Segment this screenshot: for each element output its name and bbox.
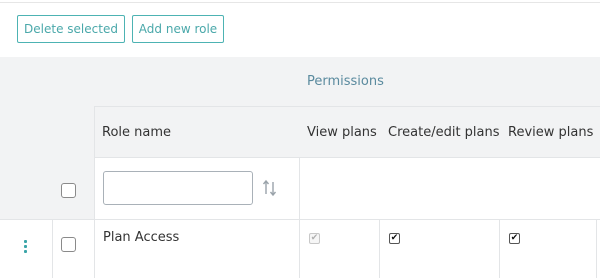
header-divider: [95, 106, 600, 107]
permissions-header-area: [299, 57, 600, 157]
view-plans-column-header: View plans: [307, 125, 377, 140]
role-name-cell: Plan Access: [103, 230, 180, 245]
role-name-filter-input[interactable]: [103, 171, 253, 205]
create-edit-plans-checkbox[interactable]: ✔: [389, 233, 400, 244]
review-plans-checkbox[interactable]: ✔: [509, 233, 520, 244]
top-divider: [0, 2, 600, 3]
review-plans-column-header: Review plans: [508, 125, 594, 140]
row-divider: [0, 219, 600, 220]
select-all-checkbox[interactable]: [61, 183, 76, 198]
role-name-column-header[interactable]: Role name: [102, 125, 171, 140]
add-new-role-button[interactable]: Add new role: [132, 15, 224, 43]
col-divider: [596, 219, 597, 278]
filter-row-top-line: [95, 157, 600, 158]
role-name-header-area: [95, 57, 299, 157]
create-edit-plans-column-header: Create/edit plans: [388, 125, 500, 140]
sort-icon[interactable]: [262, 178, 278, 198]
col-divider: [94, 106, 95, 278]
delete-selected-button[interactable]: Delete selected: [17, 15, 125, 43]
roles-table: Permissions Role name View plans Create/…: [0, 57, 600, 278]
col-divider: [379, 219, 380, 278]
drag-handle-icon[interactable]: [24, 240, 28, 254]
drag-column-header: [0, 57, 52, 219]
permissions-group-header: Permissions: [307, 74, 384, 89]
row-select-checkbox[interactable]: [61, 237, 76, 252]
col-divider: [499, 219, 500, 278]
col-divider: [52, 219, 53, 278]
col-divider: [299, 157, 300, 278]
view-plans-checkbox: ✔: [309, 233, 320, 244]
